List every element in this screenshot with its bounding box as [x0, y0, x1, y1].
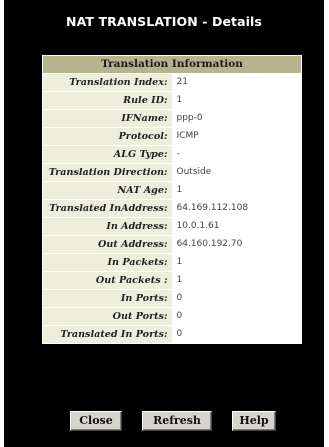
table-row: Translation Index: 21: [42, 73, 302, 92]
row-label-out-address: Out Address:: [42, 235, 173, 254]
table-row: Out Packets : 1: [42, 271, 302, 290]
table-row: ALG Type: -: [42, 145, 302, 164]
table-header-row: Translation Information: [42, 55, 302, 74]
table-row: In Packets: 1: [42, 253, 302, 272]
row-label-rule-id: Rule ID:: [42, 91, 173, 110]
row-label-alg-type: ALG Type:: [42, 145, 173, 164]
help-button[interactable]: Help: [232, 411, 276, 431]
table-row: Translated In Ports: 0: [42, 325, 302, 344]
table-row: Out Address: 64.160.192.70: [42, 235, 302, 254]
row-label-out-ports: Out Ports:: [42, 307, 173, 326]
row-label-out-packets: Out Packets :: [42, 271, 173, 290]
row-value-protocol: ICMP: [171, 127, 302, 146]
row-value-in-address: 10.0.1.61: [171, 217, 302, 236]
close-button[interactable]: Close: [70, 411, 122, 431]
table-row: In Address: 10.0.1.61: [42, 217, 302, 236]
table-row: In Ports: 0: [42, 289, 302, 308]
row-value-translation-index: 21: [171, 73, 302, 92]
nat-details-window: NAT TRANSLATION - Details Translation In…: [4, 0, 324, 447]
row-value-out-ports: 0: [171, 307, 302, 326]
table-row: Translation Direction: Outside: [42, 163, 302, 182]
button-bar: Close Refresh Help: [4, 411, 324, 433]
row-label-translated-in-ports: Translated In Ports:: [42, 325, 173, 344]
translation-info-table: Translation Information Translation Inde…: [42, 55, 302, 344]
table-row: NAT Age: 1: [42, 181, 302, 200]
table-row: Rule ID: 1: [42, 91, 302, 110]
row-value-translated-inaddress: 64.169.112.108: [171, 199, 302, 218]
row-value-out-packets: 1: [171, 271, 302, 290]
row-label-nat-age: NAT Age:: [42, 181, 173, 200]
row-label-in-ports: In Ports:: [42, 289, 173, 308]
row-label-in-packets: In Packets:: [42, 253, 173, 272]
row-value-translated-in-ports: 0: [171, 325, 302, 344]
table-row: Translated InAddress: 64.169.112.108: [42, 199, 302, 218]
table-row: IFName: ppp-0: [42, 109, 302, 128]
refresh-button[interactable]: Refresh: [142, 411, 212, 431]
row-value-rule-id: 1: [171, 91, 302, 110]
table-row: Protocol: ICMP: [42, 127, 302, 146]
row-label-in-address: In Address:: [42, 217, 173, 236]
row-label-translation-index: Translation Index:: [42, 73, 173, 92]
row-value-nat-age: 1: [171, 181, 302, 200]
table-header: Translation Information: [42, 55, 302, 74]
row-value-in-ports: 0: [171, 289, 302, 308]
row-label-protocol: Protocol:: [42, 127, 173, 146]
window-title: NAT TRANSLATION - Details: [66, 14, 262, 29]
row-value-ifname: ppp-0: [171, 109, 302, 128]
row-value-in-packets: 1: [171, 253, 302, 272]
row-value-out-address: 64.160.192.70: [171, 235, 302, 254]
row-value-alg-type: -: [171, 145, 302, 164]
row-label-ifname: IFName:: [42, 109, 173, 128]
row-value-translation-direction: Outside: [171, 163, 302, 182]
row-label-translation-direction: Translation Direction:: [42, 163, 173, 182]
row-label-translated-inaddress: Translated InAddress:: [42, 199, 173, 218]
table-row: Out Ports: 0: [42, 307, 302, 326]
